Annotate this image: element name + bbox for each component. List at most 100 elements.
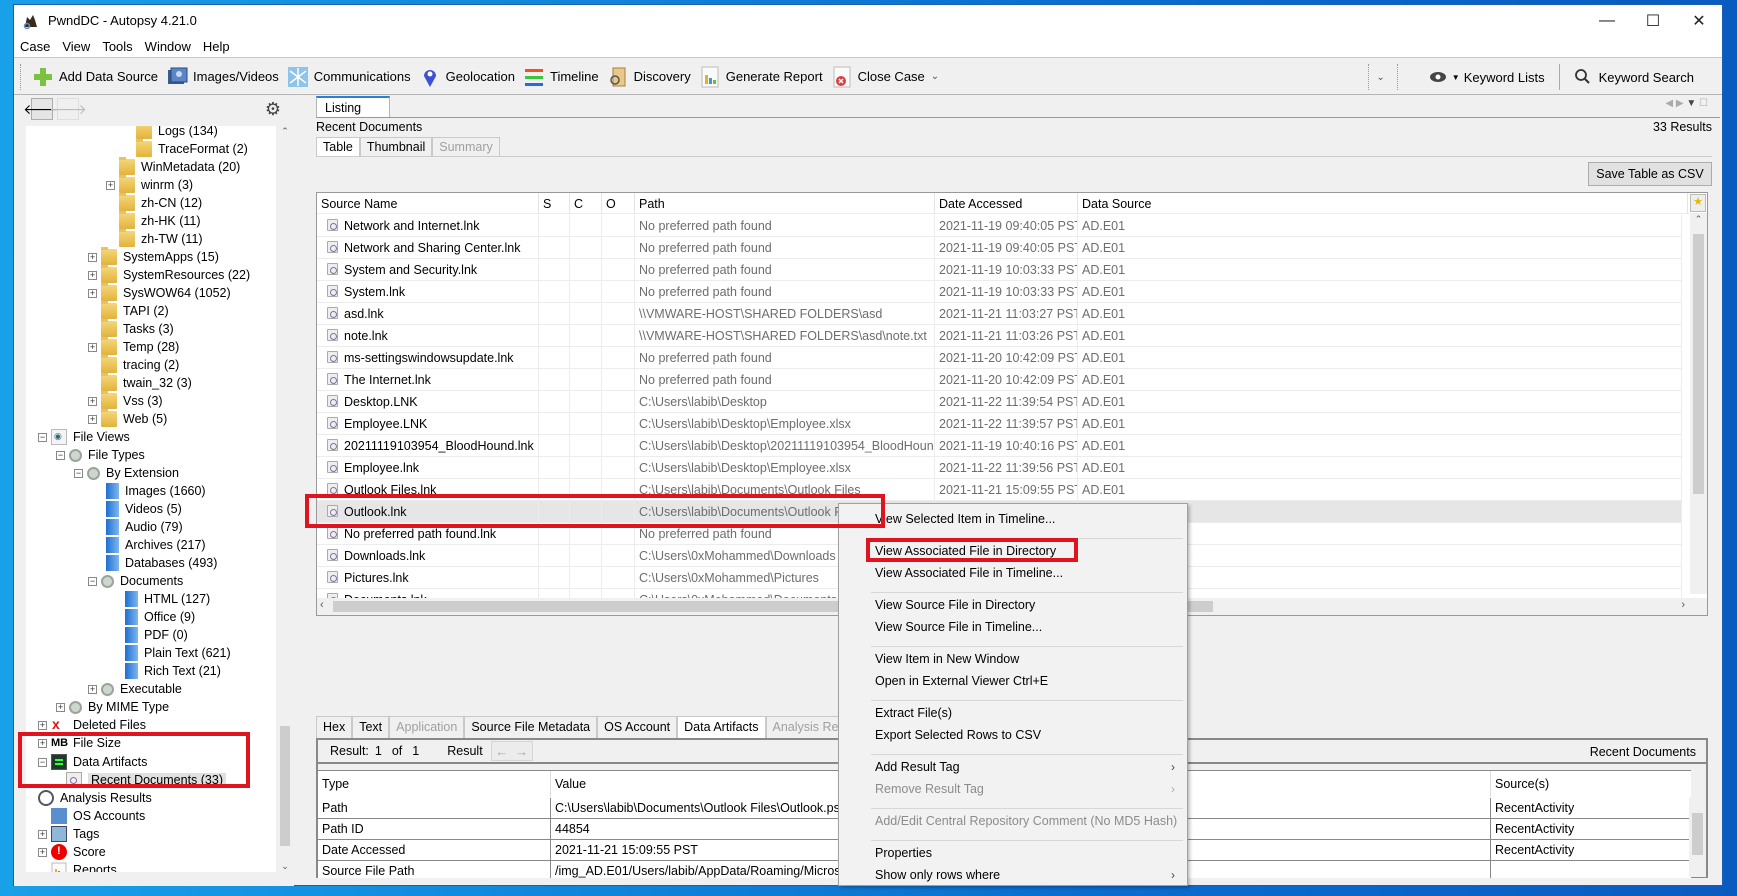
table-row[interactable]: The Internet.lnk No preferred path found 2… [317, 369, 1682, 391]
tree-item[interactable]: + Temp (28) [88, 337, 179, 356]
toolbar-overflow-icon[interactable]: ⌄ [1376, 72, 1384, 83]
details-scroll-thumb[interactable] [1692, 813, 1703, 855]
tree-item[interactable]: Archives (217) [106, 536, 206, 554]
table-row[interactable]: 20211119103954_BloodHound.lnk C:\Users\la… [317, 435, 1682, 457]
images-videos-button[interactable]: Images/Videos [162, 62, 283, 92]
tree-item[interactable]: twain_32 (3) [101, 373, 192, 392]
expand-icon[interactable]: + [88, 342, 97, 352]
table-row[interactable]: Outlook Files.lnk C:\Users\labib\Document… [317, 479, 1682, 501]
expand-icon[interactable]: + [106, 180, 115, 190]
subtab-summary[interactable]: Summary [432, 137, 500, 157]
col-c[interactable]: C [570, 193, 602, 214]
collapse-icon[interactable]: − [38, 757, 47, 767]
tree-item[interactable]: Tasks (3) [101, 319, 174, 338]
timeline-button[interactable]: Timeline [519, 62, 603, 92]
expand-icon[interactable]: + [88, 684, 97, 694]
tree-item[interactable]: OS Accounts [51, 807, 145, 825]
table-vscroll-thumb[interactable] [1693, 234, 1704, 494]
next-result-icon[interactable]: → [515, 744, 528, 759]
tree-item[interactable]: zh-TW (11) [119, 229, 203, 248]
communications-button[interactable]: Communications [283, 62, 415, 92]
tree-scrollbar[interactable]: ⌃ ⌄ [278, 126, 292, 872]
settings-gear-button[interactable]: ⚙ [262, 98, 284, 120]
viewer-tab-source-file-metadata[interactable]: Source File Metadata [464, 716, 598, 738]
table-vscrollbar[interactable]: ⌃ [1690, 214, 1707, 594]
menu-item-view-item-in-new-window[interactable]: View Item in New Window [875, 652, 1019, 666]
menu-view[interactable]: View [56, 39, 96, 54]
minimize-button[interactable]: — [1584, 5, 1630, 36]
tree-item[interactable]: + winrm (3) [106, 175, 193, 194]
col-source-name[interactable]: Source Name [317, 193, 539, 214]
tree-item[interactable]: WinMetadata (20) [119, 157, 240, 176]
menu-item-view-source-file-in-directory[interactable]: View Source File in Directory [875, 598, 1035, 612]
table-row[interactable]: note.lnk \\VMWARE-HOST\SHARED FOLDERS\asd… [317, 325, 1682, 347]
table-row[interactable]: Network and Internet.lnk No preferred pat… [317, 215, 1682, 237]
menu-item-view-selected-item-in-timeline[interactable]: View Selected Item in Timeline... [875, 512, 1055, 526]
menu-item-view-source-file-in-timeline[interactable]: View Source File in Timeline... [875, 620, 1042, 634]
tree-item[interactable]: Audio (79) [106, 518, 183, 536]
table-row[interactable]: Network and Sharing Center.lnk No preferr… [317, 237, 1682, 259]
col-o[interactable]: O [602, 193, 635, 214]
tree-item[interactable]: Recent Documents (33) [66, 771, 227, 789]
tree-item[interactable]: Logs (134) [136, 126, 218, 140]
expand-icon[interactable]: + [38, 847, 47, 857]
table-row[interactable]: System and Security.lnk No preferred path… [317, 259, 1682, 281]
menu-item-view-associated-file-in-timeline[interactable]: View Associated File in Timeline... [875, 566, 1063, 580]
col-date-accessed[interactable]: Date Accessed [935, 193, 1078, 214]
tree-item[interactable]: +! Score [38, 843, 106, 861]
expand-icon[interactable]: + [88, 414, 97, 424]
tree-item[interactable]: + MB File Size [38, 734, 121, 752]
scroll-down-icon[interactable]: ⌄ [278, 861, 292, 872]
tab-nav-icons[interactable]: ◀ ▶ ▼ ☐ [1665, 98, 1708, 109]
tree-item[interactable]: + SysWOW64 (1052) [88, 283, 231, 302]
tree-item[interactable]: + Executable [88, 680, 182, 698]
expand-icon[interactable]: + [56, 702, 65, 712]
keyword-search-button[interactable]: Keyword Search [1570, 62, 1698, 92]
tree-item[interactable]: Office (9) [125, 608, 195, 626]
tree-item[interactable]: zh-HK (11) [119, 211, 201, 230]
add-data-source-button[interactable]: Add Data Source [28, 62, 162, 92]
menu-window[interactable]: Window [139, 39, 197, 54]
menu-tools[interactable]: Tools [96, 39, 138, 54]
collapse-icon[interactable]: − [56, 450, 65, 460]
discovery-button[interactable]: Discovery [603, 62, 695, 92]
tree-item[interactable]: + Web (5) [88, 409, 167, 428]
subtab-thumbnail[interactable]: Thumbnail [359, 137, 433, 157]
scroll-left-icon[interactable]: ‹ [320, 599, 324, 611]
tree-item[interactable]: Rich Text (21) [125, 662, 221, 680]
maximize-button[interactable]: ☐ [1630, 5, 1676, 36]
tree-item[interactable]: + x Deleted Files [38, 716, 146, 734]
viewer-tab-os-account[interactable]: OS Account [597, 716, 678, 738]
tree-item[interactable]: HTML (127) [125, 590, 210, 608]
tree-item[interactable]: + SystemApps (15) [88, 247, 219, 266]
tree-item[interactable]: TAPI (2) [101, 301, 169, 320]
scroll-up-icon[interactable]: ⌃ [278, 126, 292, 137]
tree-item[interactable]: tracing (2) [101, 355, 179, 374]
col-type[interactable]: Type [318, 771, 550, 797]
keyword-lists-button[interactable]: ▼ Keyword Lists [1425, 62, 1549, 92]
tree-item[interactable]: + By MIME Type [56, 698, 169, 716]
tab-listing[interactable]: Listing [316, 96, 390, 118]
forward-button[interactable]: 🡒 [49, 98, 87, 120]
tree-item[interactable]: − ◉ File Views [38, 428, 130, 446]
expand-icon[interactable]: + [38, 829, 47, 839]
col-data-source[interactable]: Data Source [1078, 193, 1688, 214]
details-vscrollbar[interactable] [1689, 797, 1706, 877]
toolbar-overflow-chevron-icon[interactable]: ⌄ [931, 71, 939, 82]
prev-result-icon[interactable]: ← [495, 744, 508, 759]
menu-help[interactable]: Help [197, 39, 236, 54]
tree-item[interactable]: Databases (493) [106, 554, 217, 572]
menu-item-add-edit-central-repository-comment-no-md5-hash[interactable]: Add/Edit Central Repository Comment (No … [875, 814, 1177, 828]
viewer-tab-data-artifacts[interactable]: Data Artifacts [677, 716, 766, 738]
tree-item[interactable]: Plain Text (621) [125, 644, 231, 662]
col-s[interactable]: S [539, 193, 570, 214]
menu-case[interactable]: Case [14, 39, 56, 54]
expand-icon[interactable]: + [38, 720, 47, 730]
expand-icon[interactable]: + [88, 396, 97, 406]
table-row[interactable]: Employee.lnk C:\Users\labib\Desktop\Emplo… [317, 457, 1682, 479]
menu-item-view-associated-file-in-directory[interactable]: View Associated File in Directory [875, 544, 1056, 558]
tree-item[interactable]: Analysis Results [38, 789, 152, 807]
tree-item[interactable]: Images (1660) [106, 482, 206, 500]
tree-item[interactable]: − Data Artifacts [38, 753, 147, 771]
tree-item[interactable]: + Tags [38, 825, 99, 843]
